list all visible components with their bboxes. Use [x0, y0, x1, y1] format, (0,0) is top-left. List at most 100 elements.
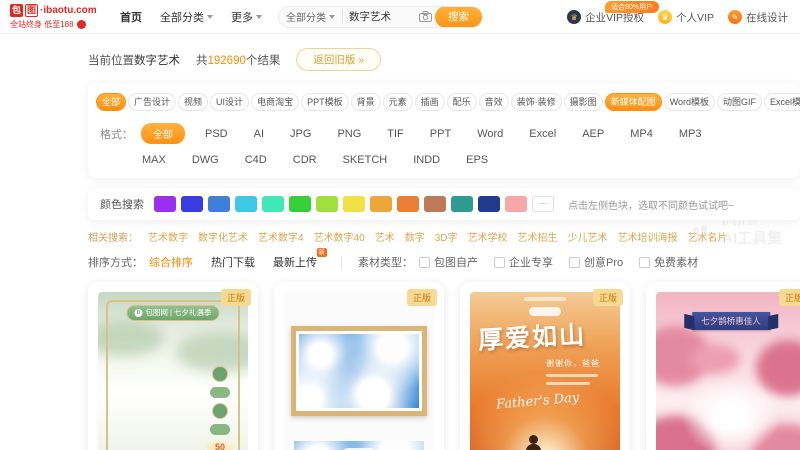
format-option[interactable]: INDD — [413, 154, 440, 166]
color-swatch[interactable] — [316, 196, 338, 212]
related-search-link[interactable]: 艺术数字 — [148, 229, 188, 244]
color-swatch[interactable] — [397, 196, 419, 212]
category-pill[interactable]: 插画 — [415, 93, 445, 111]
category-pill[interactable]: 电商淘宝 — [251, 93, 299, 111]
material-type-checkbox[interactable]: 免费素材 — [639, 254, 698, 270]
category-pill[interactable]: 广告设计 — [128, 93, 176, 111]
related-search-link[interactable]: 艺术培训海报 — [617, 229, 677, 244]
online-design-link[interactable]: ✎ 在线设计 — [728, 10, 788, 25]
search-input[interactable] — [343, 11, 415, 23]
related-search-link[interactable]: 数字 — [405, 229, 425, 244]
related-search-link[interactable]: 3D字 — [435, 229, 458, 244]
color-swatch[interactable] — [235, 196, 257, 212]
category-pill[interactable]: 摄影图 — [564, 93, 603, 111]
format-row-2: MAX DWG C4D CDR SKETCH INDD EPS — [96, 154, 792, 166]
white-mountain-shape — [682, 378, 780, 450]
results-grid: 正版 b 包图网 | 七夕礼遇季 50 正版 — [88, 282, 800, 450]
color-swatch[interactable] — [181, 196, 203, 212]
result-card[interactable]: 正版 七夕鹊桥惠佳人 20 七夕良缘好礼 — [646, 282, 800, 450]
material-type-checkbox[interactable]: 包图自产 — [419, 254, 478, 270]
color-swatch[interactable] — [208, 196, 230, 212]
format-option[interactable]: SKETCH — [343, 154, 388, 166]
category-pill[interactable]: PPT模板 — [301, 93, 349, 111]
result-card[interactable]: 正版 厚爱如山 谢谢你，爸爸 Father's Day — [460, 282, 630, 450]
related-search-link[interactable]: 艺术学校 — [467, 229, 507, 244]
color-swatch[interactable] — [154, 196, 176, 212]
poster-qixi-green: b 包图网 | 七夕礼遇季 50 — [98, 292, 248, 450]
search-button[interactable]: 搜索 — [435, 6, 482, 28]
color-swatch[interactable] — [343, 196, 365, 212]
related-search-link[interactable]: 艺术数字4 — [258, 229, 304, 244]
format-option[interactable]: C4D — [245, 154, 267, 166]
format-option[interactable]: MAX — [142, 154, 166, 166]
nav-all-categories[interactable]: 全部分类 — [160, 9, 213, 25]
format-option[interactable]: EPS — [466, 154, 488, 166]
nav-more[interactable]: 更多 — [231, 9, 262, 25]
category-pill[interactable]: 元素 — [383, 93, 413, 111]
ibaotu-logo[interactable]: 包 图 ·ibaotu.com 全站终身 低至188 — [10, 4, 102, 30]
poster-ribbon-banner: 七夕鹊桥惠佳人 — [692, 312, 770, 330]
category-pill[interactable]: 动图GIF — [717, 93, 762, 111]
sort-option-comprehensive[interactable]: 综合排序 — [149, 254, 193, 270]
color-swatch[interactable] — [451, 196, 473, 212]
format-option[interactable]: MP4 — [630, 128, 653, 140]
format-option[interactable]: Excel — [529, 128, 556, 140]
sort-option-newest[interactable]: 最新上传 新 — [273, 254, 317, 270]
category-pill[interactable]: 背景 — [351, 93, 381, 111]
personal-vip-link[interactable]: ♛ 个人VIP — [658, 10, 714, 25]
checkbox-icon — [569, 257, 580, 268]
category-pill[interactable]: 新媒体配图 — [605, 93, 662, 111]
format-option[interactable]: DWG — [192, 154, 219, 166]
related-search-link[interactable]: 艺术 — [375, 229, 395, 244]
category-pill[interactable]: 全部 — [96, 93, 126, 111]
father-silhouette — [526, 444, 541, 450]
cloud-label-shape — [529, 307, 561, 316]
coupon-value: 50 — [207, 440, 233, 450]
licensed-badge: 正版 — [221, 289, 251, 306]
material-type-checkbox[interactable]: 企业专享 — [494, 254, 553, 270]
color-swatch[interactable] — [505, 196, 527, 212]
category-pill[interactable]: 音效 — [479, 93, 509, 111]
color-swatch[interactable] — [478, 196, 500, 212]
more-colors-button[interactable]: ··· — [532, 196, 554, 212]
format-option[interactable]: TIF — [387, 128, 404, 140]
checkbox-icon — [494, 257, 505, 268]
color-swatch[interactable] — [289, 196, 311, 212]
format-option[interactable]: JPG — [290, 128, 311, 140]
category-pill[interactable]: UI设计 — [210, 93, 249, 111]
material-type-checkbox[interactable]: 创意Pro — [569, 254, 623, 270]
search-category-select[interactable]: 全部分类 — [279, 9, 343, 24]
color-swatch[interactable] — [424, 196, 446, 212]
related-search-link[interactable]: 艺术数字40 — [314, 229, 365, 244]
related-search-link[interactable]: 艺术招生 — [517, 229, 557, 244]
format-option[interactable]: PNG — [337, 128, 361, 140]
framed-sky-painting — [291, 326, 427, 416]
format-option[interactable]: PPT — [430, 128, 451, 140]
format-option[interactable]: AI — [254, 128, 264, 140]
related-search-link[interactable]: 少儿艺术 — [567, 229, 607, 244]
category-pill[interactable]: 视频 — [178, 93, 208, 111]
color-swatch[interactable] — [370, 196, 392, 212]
category-pill[interactable]: Excel模板 — [764, 93, 800, 111]
poster-title: 厚爱如山 — [477, 315, 587, 357]
top-header: 包 图 ·ibaotu.com 全站终身 低至188 首页 全部分类 更多 全部… — [0, 0, 800, 34]
category-pill[interactable]: 装饰·装修 — [511, 93, 562, 111]
result-card[interactable]: 正版 — [274, 282, 444, 450]
category-pill[interactable]: Word模板 — [664, 93, 715, 111]
category-pill[interactable]: 配乐 — [447, 93, 477, 111]
format-option[interactable]: CDR — [293, 154, 317, 166]
format-option[interactable]: 全部 — [141, 123, 185, 144]
ibaotu-mini-logo-icon: b — [134, 309, 142, 317]
sort-option-popular[interactable]: 热门下载 — [211, 254, 255, 270]
format-option[interactable]: PSD — [205, 128, 228, 140]
format-option[interactable]: Word — [477, 128, 503, 140]
format-option[interactable]: MP3 — [679, 128, 702, 140]
back-to-old-version-button[interactable]: 返回旧版 » — [296, 48, 381, 71]
color-swatch[interactable] — [262, 196, 284, 212]
related-search-link[interactable]: 数字化艺术 — [198, 229, 248, 244]
format-option[interactable]: AEP — [582, 128, 604, 140]
watermark-title: AI工具集 — [722, 227, 782, 248]
result-card[interactable]: 正版 b 包图网 | 七夕礼遇季 50 — [88, 282, 258, 450]
camera-icon[interactable] — [415, 11, 435, 22]
nav-home[interactable]: 首页 — [120, 9, 142, 25]
